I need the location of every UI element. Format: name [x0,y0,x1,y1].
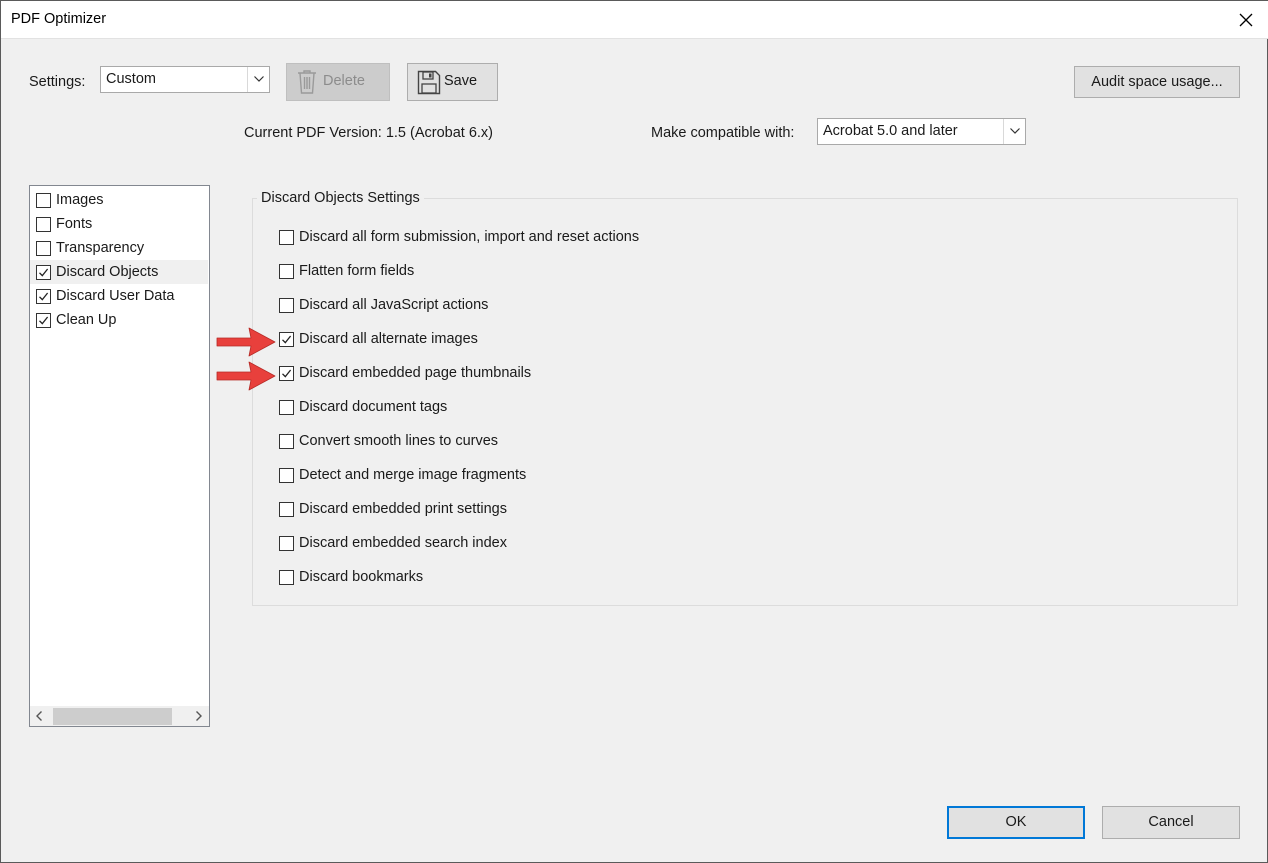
option-checkbox[interactable] [279,536,294,551]
panel-checkbox[interactable] [36,265,51,280]
chevron-down-icon [1003,119,1025,144]
pdf-optimizer-dialog: PDF Optimizer Settings: Custom Delete Sa… [0,0,1268,863]
option-checkbox[interactable] [279,434,294,449]
title-bar: PDF Optimizer [1,1,1268,39]
option-checkbox[interactable] [279,264,294,279]
option-checkbox[interactable] [279,366,294,381]
horizontal-scrollbar[interactable] [30,706,209,726]
red-arrow-icon [216,327,276,357]
floppy-disk-icon [417,70,441,95]
panel-item-label: Fonts [56,216,93,232]
option-label: Discard embedded print settings [299,501,507,517]
panel-list: Images Fonts Transparency Discard Objects Di… [29,185,210,727]
panel-checkbox[interactable] [36,217,51,232]
checkmark-icon [282,335,292,344]
option-label: Flatten form fields [299,263,415,279]
option-checkbox[interactable] [279,332,294,347]
option-label: Discard all alternate images [299,331,478,347]
panel-item-label: Discard User Data [56,288,175,304]
cancel-button[interactable]: Cancel [1102,806,1240,839]
discard-option[interactable]: Convert smooth lines to curves [278,430,878,454]
compat-label: Make compatible with: [651,125,795,141]
window-title: PDF Optimizer [11,11,107,27]
option-label: Discard embedded page thumbnails [299,365,532,381]
audit-label: Audit space usage... [1091,74,1223,90]
settings-dropdown[interactable]: Custom [100,66,270,93]
discard-option[interactable]: Discard bookmarks [278,566,878,590]
panel-checkbox[interactable] [36,313,51,328]
discard-option[interactable]: Detect and merge image fragments [278,464,878,488]
panel-item-label: Discard Objects [56,264,159,280]
red-arrow-icon [216,361,276,391]
panel-item[interactable]: Fonts [30,212,209,236]
cancel-label: Cancel [1148,814,1194,830]
close-icon [1239,13,1253,27]
save-button[interactable]: Save [407,63,498,101]
option-checkbox[interactable] [279,502,294,517]
checkmark-icon [39,292,49,301]
discard-option[interactable]: Discard embedded page thumbnails [278,362,878,386]
panel-item[interactable]: Transparency [30,236,209,260]
scrollbar-thumb[interactable] [53,708,172,725]
ok-label: OK [1005,814,1027,830]
panel-item-label: Clean Up [56,312,117,328]
panel-item-label: Transparency [56,240,145,256]
checkmark-icon [282,369,292,378]
option-label: Discard document tags [299,399,448,415]
option-checkbox[interactable] [279,298,294,313]
close-button[interactable] [1231,5,1261,35]
trash-icon [298,70,316,94]
option-label: Discard all JavaScript actions [299,297,489,313]
ok-button[interactable]: OK [947,806,1085,839]
chevron-right-icon[interactable] [196,711,202,721]
discard-option[interactable]: Discard all JavaScript actions [278,294,878,318]
option-label: Discard bookmarks [299,569,424,585]
option-checkbox[interactable] [279,570,294,585]
compat-value: Acrobat 5.0 and later [823,123,958,139]
option-label: Discard embedded search index [299,535,507,551]
option-label: Detect and merge image fragments [299,467,527,483]
discard-option[interactable]: Flatten form fields [278,260,878,284]
panel-item[interactable]: Images [30,188,209,212]
panel-item[interactable]: Discard Objects [30,260,208,284]
panel-item-label: Images [56,192,104,208]
option-label: Convert smooth lines to curves [299,433,499,449]
settings-value: Custom [106,71,156,87]
discard-option[interactable]: Discard all alternate images [278,328,878,352]
option-label: Discard all form submission, import and … [299,229,640,245]
checkmark-icon [39,268,49,277]
panel-checkbox[interactable] [36,289,51,304]
panel-checkbox[interactable] [36,193,51,208]
delete-button[interactable]: Delete [286,63,390,101]
save-label: Save [444,73,478,89]
discard-option[interactable]: Discard all form submission, import and … [278,226,878,250]
audit-space-usage-button[interactable]: Audit space usage... [1074,66,1240,98]
panel-checkbox[interactable] [36,241,51,256]
compat-dropdown[interactable]: Acrobat 5.0 and later [817,118,1026,145]
option-checkbox[interactable] [279,468,294,483]
settings-label: Settings: [29,74,86,90]
chevron-down-icon [247,67,269,92]
current-pdf-version: Current PDF Version: 1.5 (Acrobat 6.x) [244,125,494,141]
group-title: Discard Objects Settings [257,190,424,206]
panel-item[interactable]: Clean Up [30,308,209,332]
option-checkbox[interactable] [279,230,294,245]
discard-option[interactable]: Discard embedded print settings [278,498,878,522]
chevron-left-icon[interactable] [36,711,42,721]
discard-option[interactable]: Discard embedded search index [278,532,878,556]
panel-item[interactable]: Discard User Data [30,284,209,308]
option-checkbox[interactable] [279,400,294,415]
checkmark-icon [39,316,49,325]
delete-label: Delete [323,73,365,89]
discard-option[interactable]: Discard document tags [278,396,878,420]
